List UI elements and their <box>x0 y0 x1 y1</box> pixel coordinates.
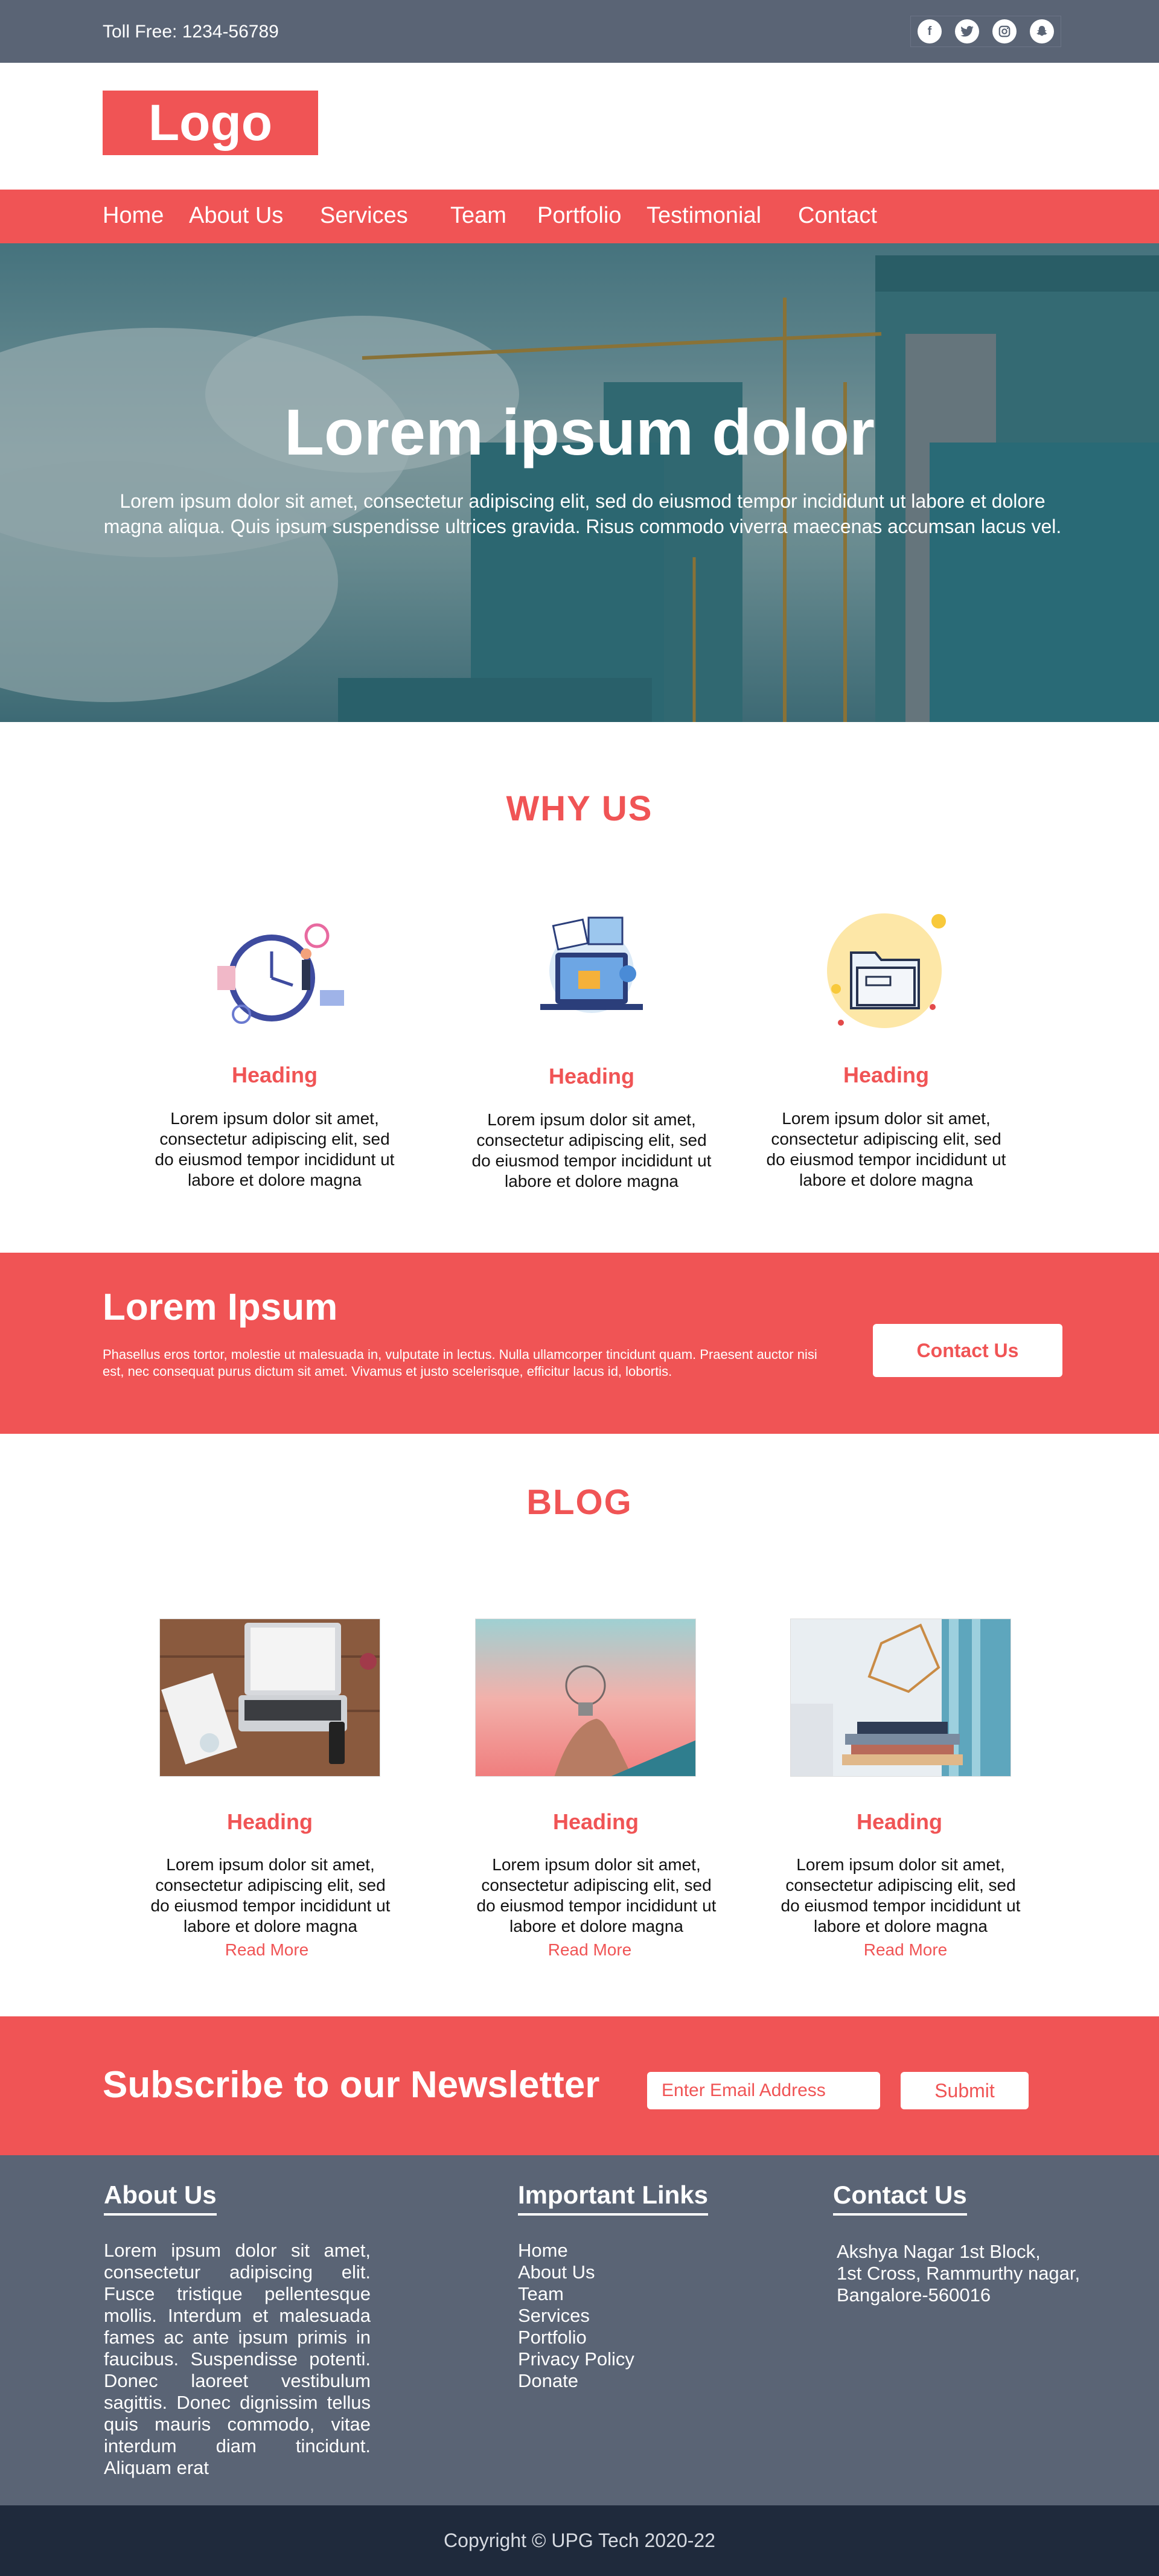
footer-link-services[interactable]: Services <box>518 2305 634 2327</box>
footer-contact-heading: Contact Us <box>833 2181 967 2216</box>
folder-icon <box>824 910 957 1031</box>
nav-portfolio[interactable]: Portfolio <box>537 203 621 229</box>
read-more-link[interactable]: Read More <box>845 1940 966 1960</box>
footer-links-list: Home About Us Team Services Portfolio Pr… <box>518 2240 634 2392</box>
nav-home[interactable]: Home <box>103 203 164 229</box>
nav-contact[interactable]: Contact <box>798 203 877 229</box>
clock-icon <box>205 912 356 1026</box>
main-nav: Home About Us Services Team Portfolio Te… <box>0 190 1159 243</box>
blog-title: BLOG <box>526 1483 633 1522</box>
footer-link-privacy-policy[interactable]: Privacy Policy <box>518 2348 634 2370</box>
nav-testimonial[interactable]: Testimonial <box>647 203 761 229</box>
nav-team[interactable]: Team <box>450 203 506 229</box>
twitter-icon[interactable] <box>955 19 979 43</box>
laptop-photos-icon <box>525 910 658 1031</box>
address-line: Akshya Nagar 1st Block, <box>837 2241 1041 2262</box>
snapchat-icon[interactable] <box>1030 19 1054 43</box>
footer-link-team[interactable]: Team <box>518 2283 634 2305</box>
why-card-text: Lorem ipsum dolor sit amet, consectetur … <box>766 1109 1006 1189</box>
cta-title: Lorem Ipsum <box>103 1286 338 1328</box>
footer-about-text: Lorem ipsum dolor sit amet, consectetur … <box>104 2240 371 2478</box>
blog-text: Lorem ipsum dolor sit amet, consectetur … <box>150 1855 391 1935</box>
why-card-heading: Heading <box>843 1063 929 1087</box>
contact-us-button[interactable]: Contact Us <box>873 1324 1062 1377</box>
hero-text: Lorem ipsum dolor sit amet, consectetur … <box>103 490 1062 537</box>
site-logo[interactable]: Logo <box>103 91 318 155</box>
top-bar: Toll Free: 1234-56789 f <box>0 0 1159 63</box>
footer-link-home[interactable]: Home <box>518 2240 634 2261</box>
why-card-text: Lorem ipsum dolor sit amet, consectetur … <box>471 1110 712 1191</box>
footer: About Us Lorem ipsum dolor sit amet, con… <box>0 2155 1159 2505</box>
laptop-desk-photo[interactable] <box>159 1619 380 1777</box>
footer-links-heading: Important Links <box>518 2181 709 2216</box>
newsletter-band: Subscribe to our Newsletter Submit <box>0 2016 1159 2155</box>
social-links: f <box>910 16 1061 47</box>
hero-overlay <box>0 243 1159 722</box>
instagram-icon[interactable] <box>992 19 1017 43</box>
hero-banner: Lorem ipsum dolor Lorem ipsum dolor sit … <box>0 243 1159 722</box>
address-line: Bangalore-560016 <box>837 2284 991 2306</box>
newsletter-title: Subscribe to our Newsletter <box>103 2064 600 2106</box>
blog-heading: Heading <box>226 1809 313 1834</box>
email-input[interactable] <box>647 2072 880 2109</box>
nav-about-us[interactable]: About Us <box>189 203 283 229</box>
books-lamp-photo[interactable] <box>790 1619 1011 1777</box>
lightbulb-hand-photo[interactable] <box>475 1619 696 1777</box>
footer-link-about-us[interactable]: About Us <box>518 2261 634 2283</box>
blog-heading: Heading <box>856 1809 942 1834</box>
nav-services[interactable]: Services <box>320 203 408 229</box>
footer-link-donate[interactable]: Donate <box>518 2370 634 2392</box>
submit-button[interactable]: Submit <box>901 2072 1029 2109</box>
copyright-bar: Copyright © UPG Tech 2020-22 <box>0 2505 1159 2576</box>
page: Toll Free: 1234-56789 f Logo Home About … <box>0 0 1159 2576</box>
cta-text: Phasellus eros tortor, molestie ut males… <box>103 1347 817 1379</box>
hero-title: Lorem ipsum dolor <box>284 395 875 468</box>
why-card-heading: Heading <box>231 1063 318 1087</box>
read-more-link[interactable]: Read More <box>206 1940 327 1960</box>
facebook-icon[interactable]: f <box>918 19 942 43</box>
why-card-heading: Heading <box>548 1064 634 1088</box>
cta-band: Lorem Ipsum Phasellus eros tortor, moles… <box>0 1253 1159 1434</box>
footer-contact-address: Akshya Nagar 1st Block, 1st Cross, Rammu… <box>837 2241 1080 2306</box>
blog-text: Lorem ipsum dolor sit amet, consectetur … <box>476 1855 717 1935</box>
why-card-text: Lorem ipsum dolor sit amet, consectetur … <box>155 1109 395 1189</box>
address-line: 1st Cross, Rammurthy nagar, <box>837 2263 1081 2284</box>
blog-heading: Heading <box>552 1809 639 1834</box>
toll-free-text: Toll Free: 1234-56789 <box>103 22 279 42</box>
footer-link-portfolio[interactable]: Portfolio <box>518 2327 634 2348</box>
read-more-link[interactable]: Read More <box>529 1940 650 1960</box>
why-us-title: WHY US <box>506 789 653 828</box>
footer-about-heading: About Us <box>104 2181 217 2216</box>
blog-text: Lorem ipsum dolor sit amet, consectetur … <box>781 1855 1021 1935</box>
